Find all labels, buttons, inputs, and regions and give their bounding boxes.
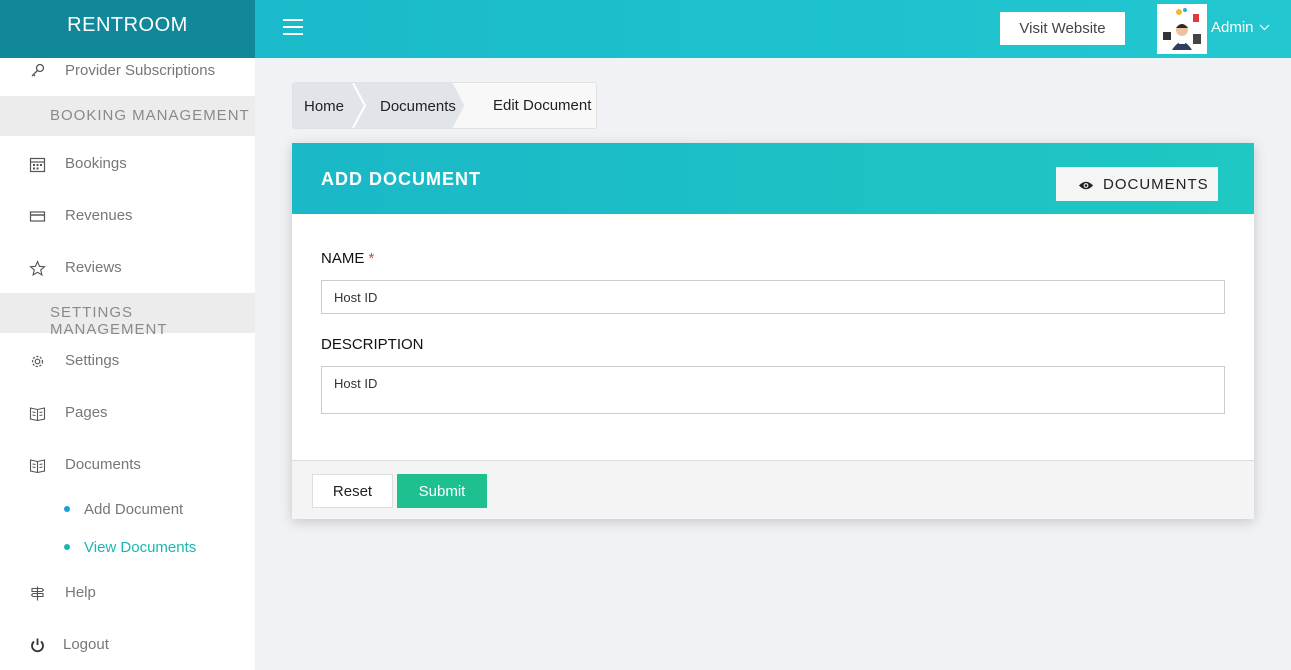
sidebar-item-label: Documents: [65, 456, 141, 473]
gear-icon: [29, 353, 46, 370]
required-mark: *: [368, 250, 375, 267]
sidebar-item-revenues[interactable]: Revenues: [0, 196, 255, 236]
chevron-down-icon[interactable]: [1259, 20, 1270, 38]
card-title: ADD DOCUMENT: [321, 169, 481, 189]
sidebar-item-reviews[interactable]: Reviews: [0, 248, 255, 288]
documents-button[interactable]: DOCUMENTS: [1056, 167, 1218, 201]
breadcrumb-documents[interactable]: Documents: [380, 98, 456, 115]
bullet-icon: [64, 544, 70, 550]
sidebar-subitem-add-document[interactable]: Add Document: [0, 494, 255, 524]
sidebar-item-bookings[interactable]: Bookings: [0, 144, 255, 184]
avatar[interactable]: [1157, 4, 1207, 54]
sidebar-item-label: Bookings: [65, 155, 127, 172]
description-textarea[interactable]: Host ID: [321, 366, 1225, 414]
reset-button[interactable]: Reset: [312, 474, 393, 508]
hamburger-icon[interactable]: [283, 19, 303, 37]
brand-logo[interactable]: RENTROOM: [0, 0, 255, 58]
sidebar-item-label: Pages: [65, 404, 108, 421]
sidebar-item-label: Revenues: [65, 207, 133, 224]
signpost-icon: [29, 585, 46, 602]
eye-icon: [1078, 178, 1094, 195]
sidebar-item-label: Provider Subscriptions: [65, 62, 216, 79]
sidebar-item-pages[interactable]: Pages: [0, 393, 255, 433]
name-label-text: NAME: [321, 250, 365, 267]
sidebar-item-documents[interactable]: Documents: [0, 445, 255, 485]
section-title: BOOKING MANAGEMENT: [50, 107, 250, 124]
add-document-card: ADD DOCUMENT DOCUMENTS NAME * DESCRIPTIO…: [292, 143, 1254, 519]
sidebar-subitem-label: View Documents: [84, 539, 197, 556]
book-icon: [29, 457, 46, 474]
key-icon: [29, 63, 46, 80]
name-input[interactable]: [321, 280, 1225, 314]
documents-button-label: DOCUMENTS: [1103, 176, 1209, 193]
sidebar-item-label: Reviews: [65, 259, 122, 276]
card-footer: Reset Submit: [292, 460, 1254, 519]
breadcrumb: Home Documents Edit Document: [292, 82, 597, 129]
credit-card-icon: [29, 208, 46, 225]
sidebar-item-label: Help: [65, 584, 96, 601]
book-icon: [29, 405, 46, 422]
sidebar: Provider Subscriptions BOOKING MANAGEMEN…: [0, 58, 255, 670]
bullet-icon: [64, 506, 70, 512]
sidebar-subitem-label: Add Document: [84, 501, 184, 518]
user-name[interactable]: Admin: [1211, 19, 1254, 36]
name-label: NAME *: [321, 250, 374, 267]
visit-website-button[interactable]: Visit Website: [1000, 12, 1125, 45]
submit-button[interactable]: Submit: [397, 474, 487, 508]
sidebar-item-help[interactable]: Help: [0, 573, 255, 613]
sidebar-subitem-view-documents[interactable]: View Documents: [0, 532, 255, 562]
calendar-icon: [29, 156, 46, 173]
breadcrumb-home[interactable]: Home: [304, 98, 344, 115]
sidebar-item-provider-subscriptions[interactable]: Provider Subscriptions: [0, 51, 255, 91]
sidebar-section-settings: SETTINGS MANAGEMENT: [0, 293, 255, 338]
breadcrumb-current: Edit Document: [493, 97, 592, 114]
top-navbar: RENTROOM Visit Website Admin: [0, 0, 1291, 58]
sidebar-item-logout[interactable]: Logout: [0, 625, 255, 665]
sidebar-item-label: Logout: [63, 636, 109, 653]
description-label: DESCRIPTION: [321, 336, 424, 353]
sidebar-section-booking: BOOKING MANAGEMENT: [0, 96, 255, 136]
star-icon: [29, 260, 46, 277]
sidebar-item-label: Settings: [65, 352, 120, 369]
power-icon: [29, 637, 46, 654]
section-title: SETTINGS MANAGEMENT: [50, 304, 168, 338]
sidebar-item-settings[interactable]: Settings: [0, 341, 255, 381]
card-header: ADD DOCUMENT DOCUMENTS: [292, 143, 1254, 214]
